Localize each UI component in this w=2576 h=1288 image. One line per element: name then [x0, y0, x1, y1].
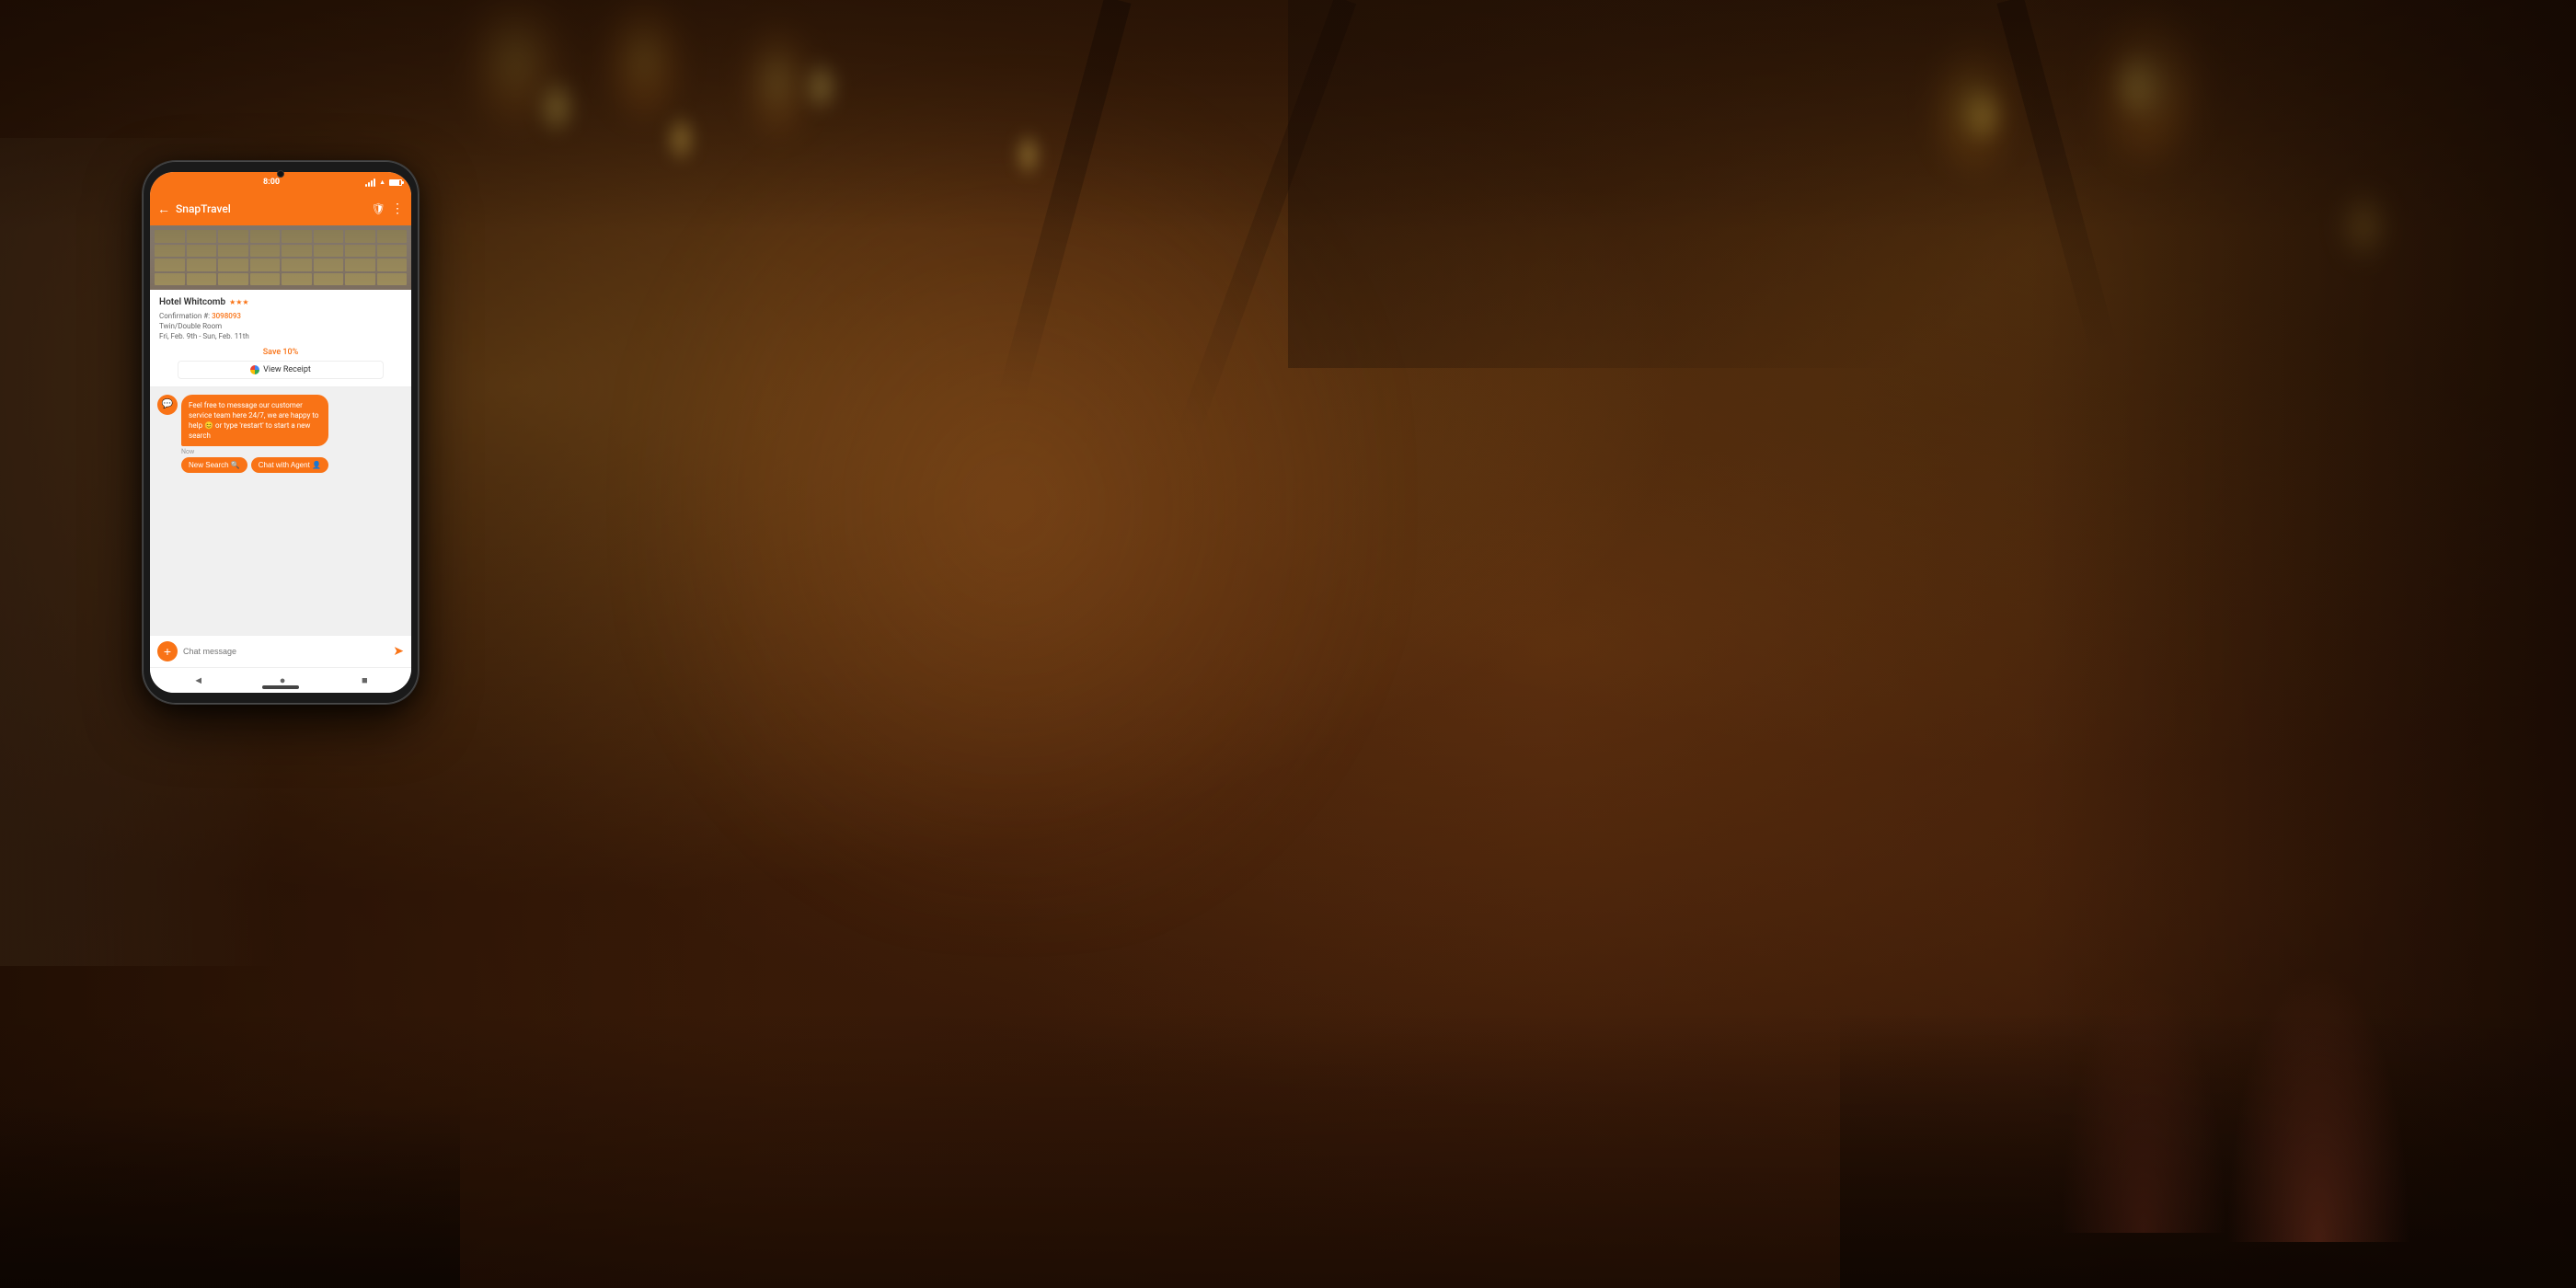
hotel-stars: ★★★: [229, 298, 249, 306]
back-button[interactable]: ←: [157, 201, 170, 217]
view-receipt-button[interactable]: View Receipt: [178, 361, 384, 379]
quick-replies: New Search 🔍 Chat with Agent 👤: [181, 457, 328, 473]
add-attachment-button[interactable]: +: [157, 641, 178, 661]
chat-message-input[interactable]: [183, 647, 387, 656]
status-time: 8:00: [263, 178, 280, 187]
shield-icon: 🛡: [372, 202, 385, 215]
google-icon: [250, 365, 259, 374]
send-button[interactable]: ➤: [393, 644, 404, 659]
chat-agent-button[interactable]: Chat with Agent 👤: [251, 457, 328, 473]
chat-bot-avatar: 💬: [157, 395, 178, 415]
hotel-room-type: Twin/Double Room: [159, 321, 402, 331]
app-bar-icons: 🛡 ⋮: [372, 201, 404, 216]
chat-message-container: 💬 Feel free to message our customer serv…: [157, 395, 404, 474]
signal-bars: [365, 178, 375, 187]
hotel-dates: Fri, Feb. 9th - Sun, Feb. 11th: [159, 331, 402, 341]
confirmation-label: Confirmation #:: [159, 312, 212, 320]
confirmation-number[interactable]: 3098093: [212, 312, 241, 320]
chat-area: 💬 Feel free to message our customer serv…: [150, 387, 411, 635]
more-menu-icon[interactable]: ⋮: [391, 201, 404, 216]
phone-home-bar: [262, 685, 299, 689]
recent-apps-icon[interactable]: ■: [362, 674, 368, 686]
signal-bar-2: [368, 182, 370, 187]
chat-input-area: + ➤: [150, 635, 411, 667]
chat-timestamp: Now: [181, 448, 328, 455]
status-icons: ▲: [365, 178, 402, 187]
app-title: SnapTravel: [176, 202, 366, 215]
hotel-info-card: Hotel Whitcomb ★★★ Confirmation #: 30980…: [150, 290, 411, 387]
phone-outer-shell: 8:00 ▲ ← SnapTravel: [143, 161, 419, 704]
new-search-button[interactable]: New Search 🔍: [181, 457, 247, 473]
battery-fill: [390, 180, 399, 185]
hotel-confirmation: Confirmation #: 3098093: [159, 311, 402, 321]
hotel-name: Hotel Whitcomb: [159, 297, 225, 307]
app-bar: ← SnapTravel 🛡 ⋮: [150, 192, 411, 225]
battery-icon: [389, 179, 402, 186]
signal-bar-4: [374, 178, 375, 187]
signal-bar-3: [371, 180, 373, 187]
save-offer: Save 10%: [159, 348, 402, 357]
phone-device: 8:00 ▲ ← SnapTravel: [143, 161, 419, 704]
back-nav-icon[interactable]: ◄: [193, 674, 203, 686]
chat-bot-icon: 💬: [162, 399, 173, 409]
chat-bubble: Feel free to message our customer servic…: [181, 395, 328, 447]
hotel-name-row: Hotel Whitcomb ★★★: [159, 297, 402, 307]
chat-bubble-wrapper: Feel free to message our customer servic…: [181, 395, 328, 474]
hotel-image-overlay: [150, 225, 411, 290]
signal-bar-1: [365, 184, 367, 187]
hotel-image: [150, 225, 411, 290]
wifi-icon: ▲: [379, 178, 385, 186]
phone-screen: 8:00 ▲ ← SnapTravel: [150, 172, 411, 693]
view-receipt-label: View Receipt: [263, 365, 311, 374]
phone-camera: [277, 170, 284, 178]
